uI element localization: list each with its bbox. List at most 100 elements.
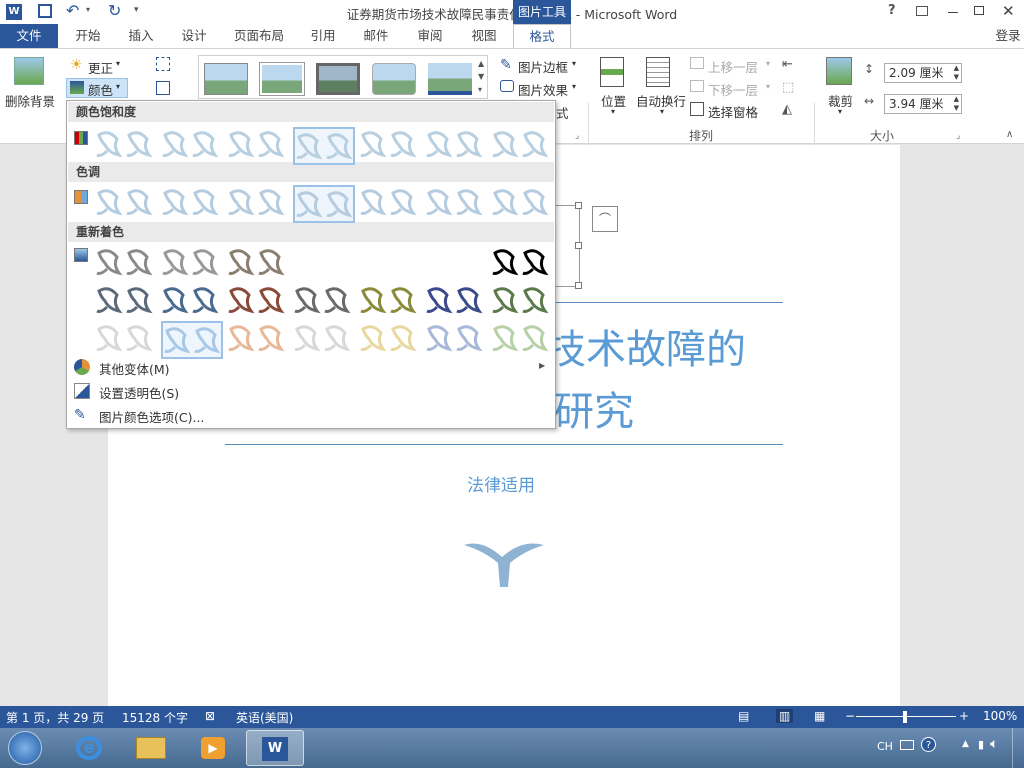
recolor-swatch[interactable]: [95, 245, 157, 283]
send-backward-button[interactable]: 下移一层: [708, 80, 758, 99]
wrap-text-icon[interactable]: [646, 57, 670, 87]
recolor-swatch[interactable]: [293, 245, 355, 283]
zoom-out-icon[interactable]: −: [845, 709, 855, 723]
recolor-swatch[interactable]: [359, 245, 421, 283]
saturation-swatch[interactable]: [95, 127, 157, 165]
recolor-swatch[interactable]: [425, 245, 487, 283]
zoom-in-icon[interactable]: +: [959, 709, 969, 723]
tab-references[interactable]: 引用: [304, 24, 342, 48]
saturation-swatch[interactable]: [293, 127, 355, 165]
saturation-swatch[interactable]: [161, 127, 223, 165]
width-spinner-icon[interactable]: ▲ ▼: [954, 95, 959, 113]
read-mode-icon[interactable]: ▤: [738, 709, 749, 723]
color-dropdown-icon[interactable]: ▾: [116, 82, 120, 91]
proofing-icon[interactable]: ⊠: [205, 709, 215, 723]
recolor-swatch[interactable]: [227, 321, 289, 359]
align-icon[interactable]: ⇤: [782, 57, 793, 72]
web-layout-icon[interactable]: ▦: [814, 709, 825, 723]
crop-icon[interactable]: [826, 57, 852, 85]
tone-swatch[interactable]: [227, 185, 289, 223]
volume-icon[interactable]: 🔈︎: [990, 736, 998, 752]
style-thumb-3[interactable]: [316, 63, 360, 95]
corrections-icon[interactable]: ☀: [70, 57, 83, 73]
tab-mailings[interactable]: 邮件: [356, 24, 396, 48]
tone-swatch[interactable]: [95, 185, 157, 223]
dialog-launcher-icon[interactable]: ⌟: [575, 131, 579, 141]
corrections-dropdown-icon[interactable]: ▾: [116, 59, 120, 68]
tone-swatch[interactable]: [161, 185, 223, 223]
resize-handle[interactable]: [575, 282, 582, 289]
recolor-swatch[interactable]: [95, 321, 157, 359]
picture-border-dropdown-icon[interactable]: ▾: [572, 59, 576, 68]
recolor-swatch[interactable]: [491, 283, 553, 321]
recolor-swatch[interactable]: [293, 321, 355, 359]
tab-file[interactable]: 文件: [0, 24, 58, 48]
recolor-swatch[interactable]: [491, 245, 553, 283]
taskbar-word-icon[interactable]: W: [246, 730, 304, 766]
tone-swatch[interactable]: [425, 185, 487, 223]
selection-pane-button[interactable]: 选择窗格: [708, 102, 758, 121]
height-input[interactable]: 2.09 厘米 ▲ ▼: [884, 63, 962, 83]
minimize-icon[interactable]: [948, 12, 958, 13]
rotate-icon[interactable]: ◭: [782, 102, 792, 117]
gallery-scroll-icon[interactable]: ▲ ▼ ▾: [478, 57, 484, 96]
tone-swatch[interactable]: [359, 185, 421, 223]
style-thumb-2[interactable]: [260, 63, 304, 95]
group-icon[interactable]: ⬚: [782, 80, 794, 95]
close-icon[interactable]: ✕: [1002, 2, 1015, 20]
ornament-image[interactable]: [462, 537, 546, 591]
picture-effects-button[interactable]: 图片效果: [518, 80, 568, 99]
resize-handle[interactable]: [575, 242, 582, 249]
taskbar-explorer-icon[interactable]: [122, 730, 180, 766]
picture-effects-icon[interactable]: [500, 80, 514, 92]
ribbon-display-icon[interactable]: [916, 6, 928, 16]
taskbar-media-icon[interactable]: ▶: [184, 730, 242, 766]
saturation-swatch[interactable]: [227, 127, 289, 165]
network-icon[interactable]: ▮: [978, 738, 984, 751]
tab-home[interactable]: 开始: [68, 24, 108, 48]
saturation-swatch[interactable]: [425, 127, 487, 165]
ime-help-icon[interactable]: ?: [921, 737, 936, 752]
corrections-button[interactable]: 更正: [88, 58, 113, 77]
saturation-swatch[interactable]: [491, 127, 553, 165]
position-icon[interactable]: [600, 57, 624, 87]
height-spinner-icon[interactable]: ▲ ▼: [954, 64, 959, 82]
keyboard-icon[interactable]: [900, 740, 914, 750]
word-count[interactable]: 15128 个字: [122, 709, 188, 726]
restore-icon[interactable]: [974, 6, 984, 15]
bring-forward-icon[interactable]: [690, 57, 704, 69]
language-indicator[interactable]: 英语(美国): [236, 709, 293, 726]
color-button[interactable]: 颜色: [88, 80, 113, 99]
style-thumb-4[interactable]: [372, 63, 416, 95]
taskbar-ie-icon[interactable]: e: [60, 730, 118, 766]
recolor-swatch[interactable]: [359, 321, 421, 359]
size-dialog-launcher-icon[interactable]: ⌟: [956, 131, 960, 141]
picture-color-options-item[interactable]: 图片颜色选项(C)...: [99, 407, 204, 426]
layout-options-icon[interactable]: ⌒: [592, 206, 618, 232]
tone-swatch[interactable]: [293, 185, 355, 223]
style-thumb-1[interactable]: [204, 63, 248, 95]
tab-format[interactable]: 格式: [513, 24, 571, 48]
tab-review[interactable]: 审阅: [410, 24, 450, 48]
recolor-swatch[interactable]: [293, 283, 355, 321]
print-layout-icon[interactable]: ▥: [776, 709, 794, 723]
tab-view[interactable]: 视图: [464, 24, 504, 48]
remove-background-button[interactable]: 删除背景: [5, 91, 55, 110]
tray-arrow-icon[interactable]: ▲: [962, 739, 969, 749]
style-thumb-5[interactable]: [428, 63, 472, 95]
tab-design[interactable]: 设计: [174, 24, 214, 48]
compress-pictures-icon[interactable]: [156, 57, 170, 71]
saturation-swatch[interactable]: [359, 127, 421, 165]
zoom-level[interactable]: 100%: [983, 709, 1017, 723]
more-variations-item[interactable]: 其他变体(M): [99, 359, 170, 378]
tab-insert[interactable]: 插入: [122, 24, 160, 48]
show-desktop-button[interactable]: [1012, 728, 1024, 768]
width-input[interactable]: 3.94 厘米 ▲ ▼: [884, 94, 962, 114]
recolor-swatch[interactable]: [425, 321, 487, 359]
recolor-swatch[interactable]: [95, 283, 157, 321]
page-count[interactable]: 第 1 页，共 29 页: [6, 709, 104, 726]
bring-forward-button[interactable]: 上移一层: [708, 57, 758, 76]
send-backward-icon[interactable]: [690, 80, 704, 92]
zoom-slider-thumb[interactable]: [903, 711, 907, 723]
recolor-swatch[interactable]: [161, 245, 223, 283]
